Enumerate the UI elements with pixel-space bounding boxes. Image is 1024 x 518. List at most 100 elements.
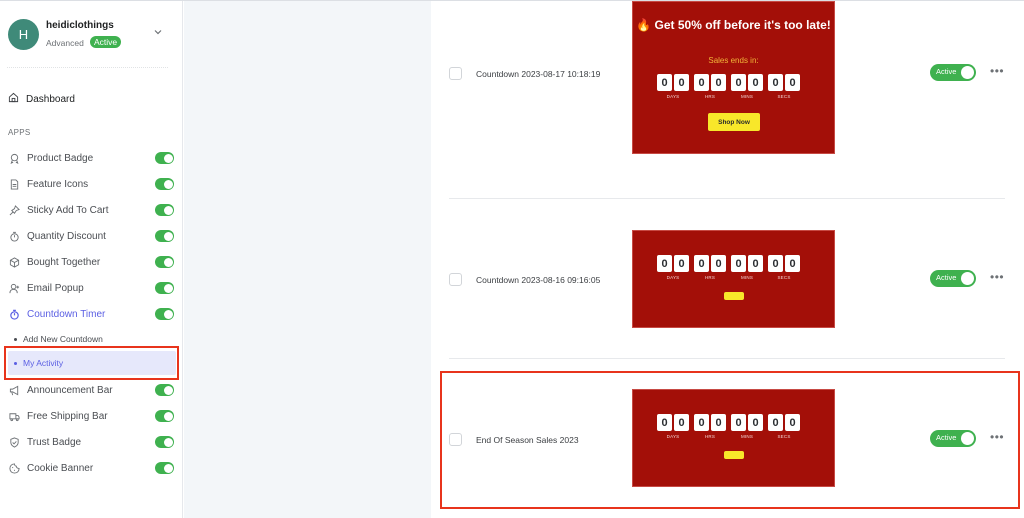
sidebar-item-label: Bought Together — [27, 256, 101, 268]
store-plan: Advanced — [46, 38, 84, 48]
row-checkbox[interactable] — [449, 67, 462, 80]
sidebar-item-trust-badge[interactable]: Trust Badge — [8, 434, 174, 450]
app-enable-toggle[interactable] — [155, 384, 174, 396]
digit-pair: 00 — [768, 255, 800, 272]
countdown-list: Countdown 2023-08-17 10:18:19 🔥 Get 50% … — [431, 1, 1024, 518]
sidebar-item-sticky-add-to-cart[interactable]: Sticky Add To Cart — [8, 202, 174, 218]
countdown-digits: 0 0 DAYS 0 0 HRS 0 0 MINS 0 0 SECS — [657, 255, 800, 280]
highlight-box — [4, 346, 179, 380]
more-options-icon[interactable]: ••• — [990, 64, 1004, 78]
shield-icon — [8, 436, 20, 448]
pin-icon — [8, 204, 20, 216]
sidebar-item-cookie-banner[interactable]: Cookie Banner — [8, 460, 174, 476]
sidebar-item-email-popup[interactable]: Email Popup — [8, 280, 174, 296]
toggle-label: Active — [936, 273, 957, 282]
badge-icon — [8, 152, 20, 164]
row-checkbox[interactable] — [449, 273, 462, 286]
app-enable-toggle[interactable] — [155, 152, 174, 164]
digit-tile: 0 — [657, 74, 672, 91]
countdown-unit-hrs: 0 0 HRS — [694, 74, 726, 99]
status-badge: Active — [90, 36, 122, 48]
sidebar-item-quantity-discount[interactable]: Quantity Discount — [8, 228, 174, 244]
countdown-unit-days: 0 0 DAYS — [657, 255, 689, 280]
sidebar-item-label: Product Badge — [27, 152, 94, 164]
unit-label: MINS — [740, 275, 754, 280]
more-options-icon[interactable]: ••• — [990, 270, 1004, 284]
digit-pair: 00 — [731, 255, 763, 272]
status-toggle[interactable]: Active — [930, 64, 976, 81]
digit-tile: 0 — [674, 74, 689, 91]
sidebar-item-announcement-bar[interactable]: Announcement Bar — [8, 382, 174, 398]
digit-pair: 00 — [694, 255, 726, 272]
countdown-preview[interactable]: 🔥 Get 50% off before it's too late! Sale… — [632, 1, 835, 154]
digit-tile: 0 — [711, 74, 726, 91]
sidebar-item-label: Announcement Bar — [27, 384, 113, 396]
shop-now-button: Shop Now — [708, 113, 760, 131]
store-switcher[interactable]: H heidiclothings Advanced Active — [8, 18, 176, 54]
digit-tile: 0 — [694, 74, 709, 91]
digit-pair: 00 — [731, 74, 763, 91]
unit-label: DAYS — [666, 275, 680, 280]
digit-tile: 0 — [694, 255, 709, 272]
countdown-unit-days: 0 0 DAYS — [657, 74, 689, 99]
status-toggle[interactable]: Active — [930, 270, 976, 287]
sidebar-item-label: Countdown Timer — [27, 308, 106, 320]
sidebar-item-dashboard[interactable]: Dashboard — [8, 91, 75, 107]
box-icon — [8, 256, 20, 268]
digit-tile: 0 — [785, 74, 800, 91]
avatar: H — [8, 19, 39, 50]
app-enable-toggle[interactable] — [155, 308, 174, 320]
sidebar-item-free-shipping-bar[interactable]: Free Shipping Bar — [8, 408, 174, 424]
app-enable-toggle[interactable] — [155, 178, 174, 190]
app-enable-toggle[interactable] — [155, 410, 174, 422]
countdown-unit-hrs: 0 0 HRS — [694, 255, 726, 280]
countdown-unit-mins: 0 0 MINS — [731, 74, 763, 99]
sidebar-item-label: Sticky Add To Cart — [27, 204, 109, 216]
sidebar-item-label: Quantity Discount — [27, 230, 106, 242]
app-enable-toggle[interactable] — [155, 230, 174, 242]
sidebar-item-label: Dashboard — [26, 93, 75, 105]
bullet-icon — [14, 337, 17, 341]
add-user-icon — [8, 282, 20, 294]
digit-tile: 0 — [657, 255, 672, 272]
sidebar: H heidiclothings Advanced Active Dashboa… — [0, 1, 183, 518]
countdown-unit-secs: 0 0 SECS — [768, 255, 800, 280]
countdown-title: Countdown 2023-08-17 10:18:19 — [476, 69, 601, 79]
countdown-preview[interactable]: 0 0 DAYS 0 0 HRS 0 0 MINS 0 0 SECS — [632, 230, 835, 328]
unit-label: DAYS — [666, 94, 680, 99]
countdown-digits: 0 0 DAYS 0 0 HRS 0 0 MINS 0 0 SECS — [657, 74, 800, 99]
digit-tile: 0 — [748, 74, 763, 91]
app-enable-toggle[interactable] — [155, 436, 174, 448]
truck-icon — [8, 410, 20, 422]
chevron-down-icon[interactable] — [154, 27, 162, 38]
stopwatch-icon — [8, 230, 20, 242]
fire-icon: 🔥 — [636, 18, 652, 32]
countdown-unit-secs: 0 0 SECS — [768, 74, 800, 99]
digit-pair: 00 — [768, 74, 800, 91]
sidebar-item-bought-together[interactable]: Bought Together — [8, 254, 174, 270]
digit-tile: 0 — [731, 74, 746, 91]
app-enable-toggle[interactable] — [155, 256, 174, 268]
document-icon — [8, 178, 20, 190]
toggle-label: Active — [936, 67, 957, 76]
app-page: H heidiclothings Advanced Active Dashboa… — [0, 0, 1024, 518]
countdown-unit-mins: 0 0 MINS — [731, 255, 763, 280]
unit-label: SECS — [777, 94, 791, 99]
digit-pair: 00 — [694, 74, 726, 91]
toggle-knob — [961, 66, 974, 79]
sidebar-item-product-badge[interactable]: Product Badge — [8, 150, 174, 166]
cookie-icon — [8, 462, 20, 474]
sidebar-item-label: Cookie Banner — [27, 462, 94, 474]
app-enable-toggle[interactable] — [155, 282, 174, 294]
sidebar-item-label: Email Popup — [27, 282, 84, 294]
app-enable-toggle[interactable] — [155, 462, 174, 474]
app-enable-toggle[interactable] — [155, 204, 174, 216]
content-gutter — [184, 1, 431, 518]
sidebar-item-label: Feature Icons — [27, 178, 89, 190]
sidebar-item-feature-icons[interactable]: Feature Icons — [8, 176, 174, 192]
section-label: APPS — [8, 128, 31, 137]
digit-pair: 00 — [657, 74, 689, 91]
digit-tile: 0 — [768, 255, 783, 272]
sidebar-item-countdown-timer[interactable]: Countdown Timer — [8, 306, 174, 322]
preview-heading: 🔥 Get 50% off before it's too late! — [636, 18, 831, 32]
